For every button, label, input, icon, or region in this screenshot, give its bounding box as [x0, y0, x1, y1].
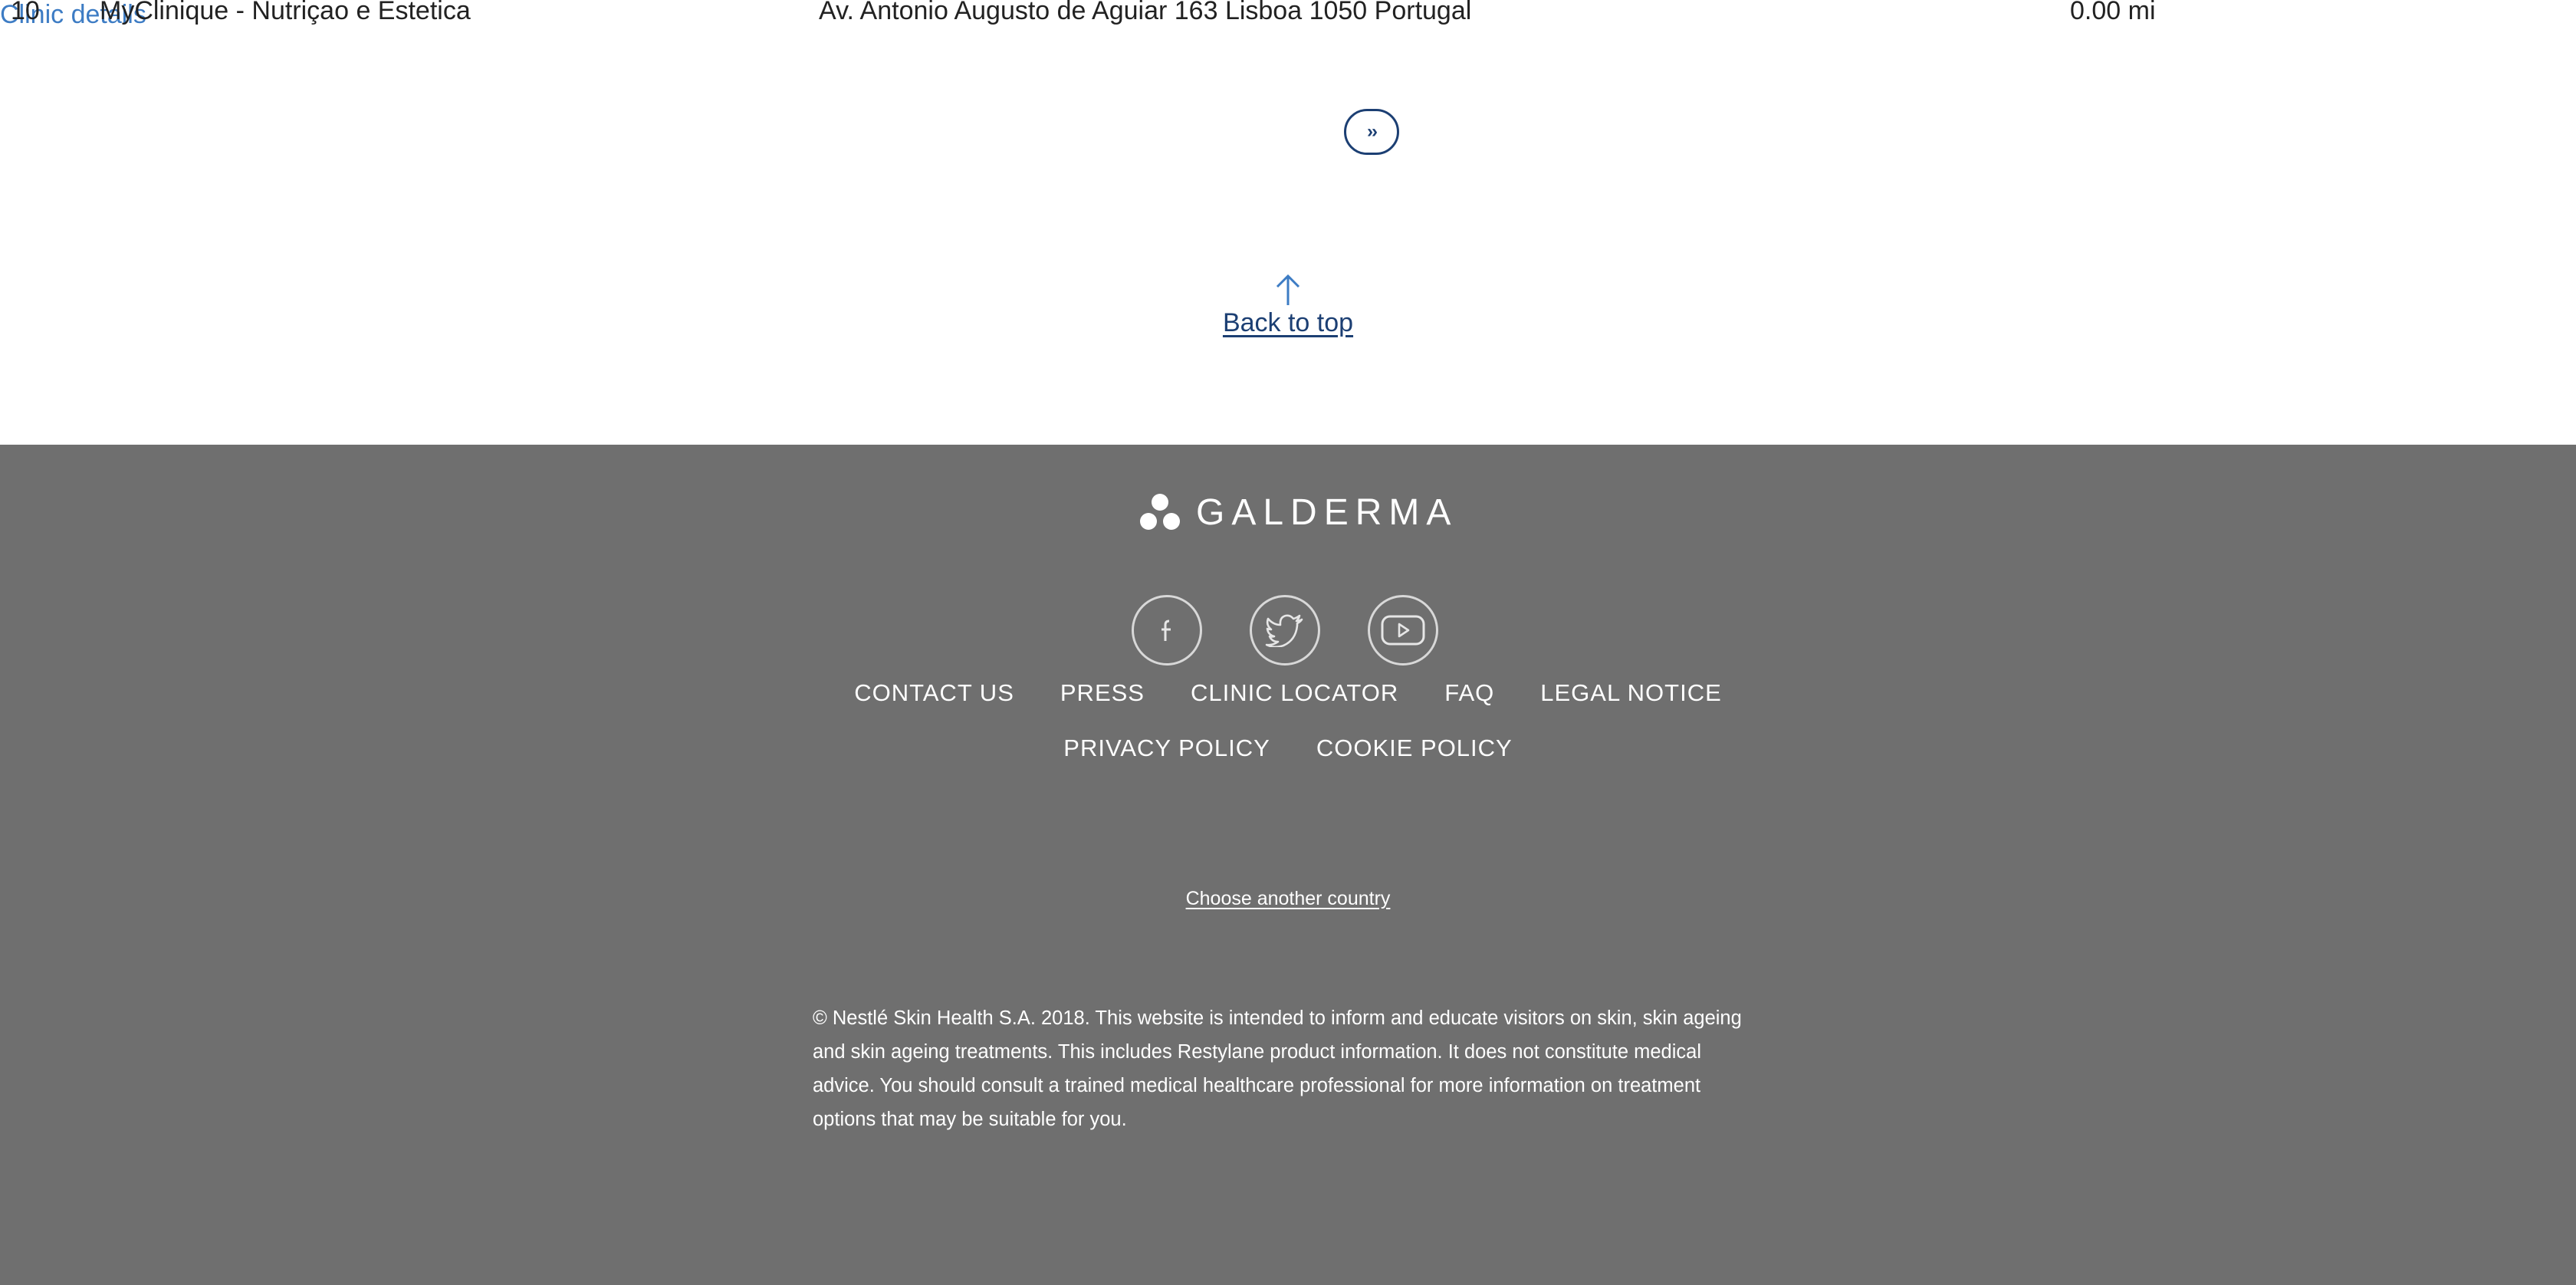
brand-name: GALDERMA [1196, 491, 1458, 533]
social-links [1132, 595, 1438, 666]
choose-country-link[interactable]: Choose another country [1186, 888, 1391, 909]
facebook-icon [1162, 619, 1171, 641]
footer-link-contact-us[interactable]: CONTACT US [854, 679, 1014, 707]
next-page-button[interactable]: ›› [1344, 109, 1399, 155]
legal-disclaimer: © Nestlé Skin Health S.A. 2018. This web… [813, 1007, 1742, 1130]
footer-link-privacy-policy[interactable]: PRIVACY POLICY [1063, 735, 1270, 762]
galderma-mark-icon [1140, 494, 1180, 530]
youtube-button[interactable] [1368, 595, 1438, 666]
choose-country-container: Choose another country [0, 888, 2576, 910]
page: 10 MyClinique - Nutriçao e Estetica Av. … [0, 0, 2576, 1285]
arrow-up-icon [1276, 274, 1300, 305]
twitter-icon [1265, 614, 1303, 647]
facebook-button[interactable] [1132, 595, 1202, 666]
galderma-logo[interactable]: GALDERMA [1139, 491, 1457, 534]
footer-link-press[interactable]: PRESS [1060, 679, 1145, 707]
clinic-distance: 0.00 mi [2070, 0, 2156, 25]
footer-link-legal-notice[interactable]: LEGAL NOTICE [1540, 679, 1722, 707]
footer-nav-primary: CONTACT US PRESS CLINIC LOCATOR FAQ LEGA… [0, 679, 2576, 707]
footer-link-cookie-policy[interactable]: COOKIE POLICY [1316, 735, 1513, 762]
footer-link-faq[interactable]: FAQ [1444, 679, 1494, 707]
clinic-address: Av. Antonio Augusto de Aguiar 163 Lisboa… [819, 0, 1472, 25]
twitter-button[interactable] [1250, 595, 1320, 666]
footer-link-clinic-locator[interactable]: CLINIC LOCATOR [1191, 679, 1398, 707]
site-footer: GALDERMA CONTACT US PRESS CLINIC LOCATOR… [0, 445, 2576, 1285]
clinic-name: MyClinique - Nutriçao e Estetica [100, 0, 471, 25]
footer-nav-secondary: PRIVACY POLICY COOKIE POLICY [0, 735, 2576, 762]
clinic-rank: 10 [11, 0, 40, 25]
back-to-top-link[interactable]: Back to top [1181, 273, 1395, 350]
youtube-icon [1381, 615, 1425, 646]
clinic-result-row: 10 MyClinique - Nutriçao e Estetica Av. … [0, 0, 2576, 31]
back-to-top-label: Back to top [1222, 308, 1354, 337]
